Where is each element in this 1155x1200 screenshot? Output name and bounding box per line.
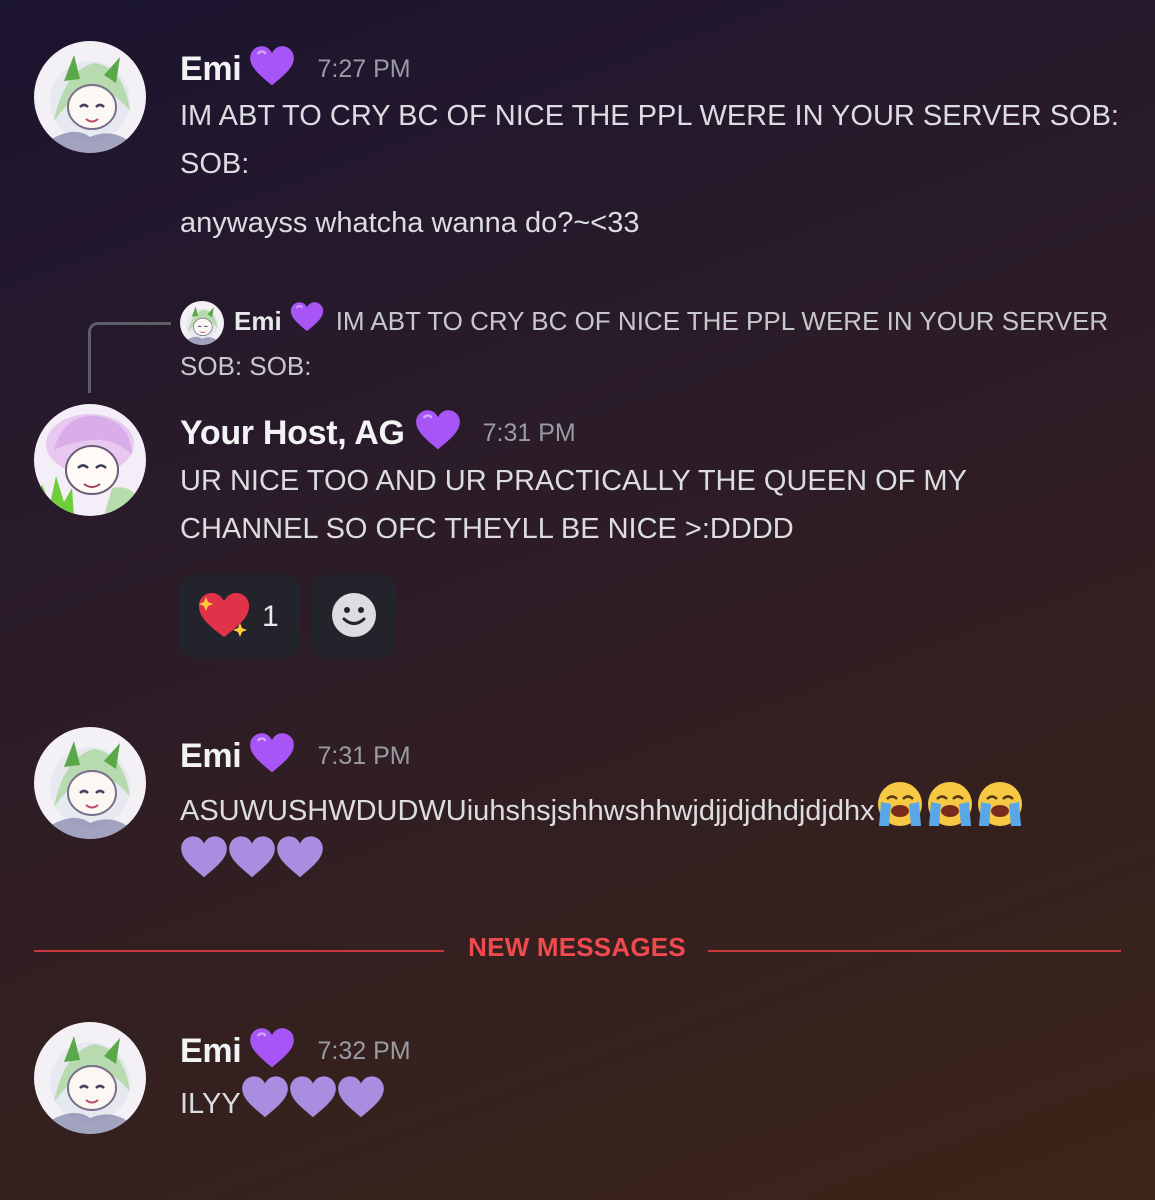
message-text: ILYY xyxy=(180,1076,1130,1135)
message-text: anywayss whatcha wanna do?~<33 xyxy=(180,207,640,239)
username[interactable]: Your Host, AG xyxy=(180,414,405,453)
message-text: ASUWUSHWDUDWUiuhshsjshhwshhwjdjjdjdhdjdj… xyxy=(180,780,1140,845)
new-messages-divider-right xyxy=(708,950,1121,952)
purple-heart-icon xyxy=(228,836,276,885)
username[interactable]: Emi xyxy=(180,1032,242,1071)
sob-icon xyxy=(975,780,1025,845)
timestamp: 7:31 PM xyxy=(482,419,576,447)
message-text-content: ILYY xyxy=(180,1088,241,1121)
message-text: UR NICE TOO AND UR PRACTICALLY THE QUEEN… xyxy=(180,465,967,545)
avatar[interactable] xyxy=(34,41,146,153)
message-text: IM ABT TO CRY BC OF NICE THE PPL WERE IN… xyxy=(180,100,1119,180)
username[interactable]: Emi xyxy=(180,50,242,89)
purple-heart-icon xyxy=(241,1076,289,1135)
new-messages-label: NEW MESSAGES xyxy=(468,932,686,962)
add-reaction-icon xyxy=(330,591,378,644)
reply-avatar xyxy=(180,301,224,345)
message-text-content: ASUWUSHWDUDWUiuhshsjshhwshhwjdjjdjdhdjdj… xyxy=(180,795,875,828)
timestamp: 7:32 PM xyxy=(317,1037,411,1065)
purple-heart-icon xyxy=(276,836,324,885)
reaction-sparkling-heart[interactable]: 1 xyxy=(180,575,300,659)
reply-connector xyxy=(88,322,171,393)
purple-heart-icon xyxy=(415,410,461,457)
purple-heart-icon xyxy=(290,302,324,345)
timestamp: 7:31 PM xyxy=(317,742,411,770)
sob-icon xyxy=(875,780,925,845)
reactions: 1 xyxy=(180,575,396,659)
purple-heart-icon xyxy=(289,1076,337,1135)
heart-row xyxy=(180,836,324,885)
purple-heart-icon xyxy=(249,733,295,780)
new-messages-divider-left xyxy=(34,950,444,952)
reaction-count: 1 xyxy=(262,600,279,633)
purple-heart-icon xyxy=(180,836,228,885)
purple-heart-icon xyxy=(249,1028,295,1075)
sob-icon xyxy=(925,780,975,845)
sparkling-heart-icon xyxy=(196,589,252,646)
purple-heart-icon xyxy=(337,1076,385,1135)
avatar[interactable] xyxy=(34,404,146,516)
username[interactable]: Emi xyxy=(180,737,242,776)
timestamp: 7:27 PM xyxy=(317,55,411,83)
purple-heart-icon xyxy=(249,46,295,93)
reply-preview[interactable]: Emi IM ABT TO CRY BC OF NICE THE PPL WERE… xyxy=(180,300,1120,387)
add-reaction-button[interactable] xyxy=(312,575,396,659)
avatar[interactable] xyxy=(34,1022,146,1134)
reply-author: Emi xyxy=(234,306,282,336)
avatar[interactable] xyxy=(34,727,146,839)
